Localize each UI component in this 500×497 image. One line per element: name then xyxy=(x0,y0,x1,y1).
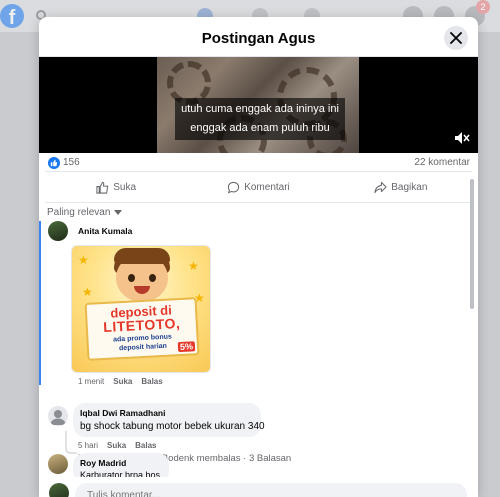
avatar[interactable] xyxy=(48,406,68,426)
comment-highlight-line xyxy=(39,221,41,385)
video-player[interactable]: utuh cuma enggak ada ininya ini enggak a… xyxy=(39,57,478,153)
like-button[interactable]: Suka xyxy=(45,172,187,202)
promo-percent: 5% xyxy=(177,341,196,353)
chevron-down-icon xyxy=(114,209,123,215)
post-actions: Suka Komentari Bagikan xyxy=(45,171,472,203)
comment-like-link[interactable]: Suka xyxy=(107,441,126,450)
comment-count[interactable]: 22 komentar xyxy=(414,157,470,168)
comment-label: Komentari xyxy=(244,181,290,193)
mute-icon[interactable] xyxy=(454,131,470,145)
share-label: Bagikan xyxy=(391,181,428,193)
comment-button[interactable]: Komentari xyxy=(187,172,329,202)
avatar xyxy=(49,483,69,497)
like-label: Suka xyxy=(113,181,137,193)
video-caption: utuh cuma enggak ada ininya ini enggak a… xyxy=(175,98,345,140)
like-count[interactable]: 156 xyxy=(63,157,80,168)
reply-thread-line xyxy=(65,431,77,454)
comment-reply-link[interactable]: Balas xyxy=(135,441,156,450)
comment-meta: 1 menit Suka Balas xyxy=(78,377,172,386)
comment-author[interactable]: Roy Madrid xyxy=(80,458,126,468)
avatar[interactable] xyxy=(48,221,68,241)
comment-like-link[interactable]: Suka xyxy=(113,377,132,386)
close-button[interactable] xyxy=(444,26,468,50)
promo-sign: deposit di LITETOTO, ada promo bonus dep… xyxy=(84,297,200,361)
comment-list: Anita Kumala ★ ★ ★ ★ deposit di LITETOTO… xyxy=(39,221,469,461)
sort-label: Paling relevan xyxy=(47,207,111,218)
share-icon xyxy=(374,181,387,193)
post-stats: 156 22 komentar xyxy=(39,153,478,171)
comment-icon xyxy=(228,181,240,193)
facebook-logo: f xyxy=(0,4,24,29)
like-reaction-icon xyxy=(48,157,60,169)
comment-composer xyxy=(39,477,478,497)
comment-input[interactable] xyxy=(75,483,467,497)
comment-author[interactable]: Iqbal Dwi Ramadhani xyxy=(80,408,166,418)
notification-badge: 2 xyxy=(476,0,490,14)
comment-text: bg shock tabung motor bebek ukuran 340 xyxy=(80,421,265,432)
comment-author[interactable]: Anita Kumala xyxy=(78,226,132,236)
comment-time[interactable]: 5 hari xyxy=(78,441,98,450)
comment-time[interactable]: 1 menit xyxy=(78,377,104,386)
caption-line: enggak ada enam puluh ribu xyxy=(190,122,330,134)
avatar[interactable] xyxy=(48,454,68,474)
caption-line: utuh cuma enggak ada ininya ini xyxy=(181,103,339,115)
share-button[interactable]: Bagikan xyxy=(330,172,472,202)
comment-meta: 5 hari Suka Balas xyxy=(78,441,166,450)
comment-image[interactable]: ★ ★ ★ ★ deposit di LITETOTO, ada promo b… xyxy=(71,245,211,373)
close-icon xyxy=(450,32,462,44)
thumbs-up-icon xyxy=(96,181,109,194)
comment-reply-link[interactable]: Balas xyxy=(141,377,162,386)
modal-header: Postingan Agus xyxy=(39,17,478,57)
scrollbar[interactable] xyxy=(470,179,474,309)
default-avatar-icon xyxy=(50,410,66,425)
modal-title: Postingan Agus xyxy=(201,30,316,47)
post-modal: Postingan Agus utuh cuma enggak ada inin… xyxy=(39,17,478,497)
